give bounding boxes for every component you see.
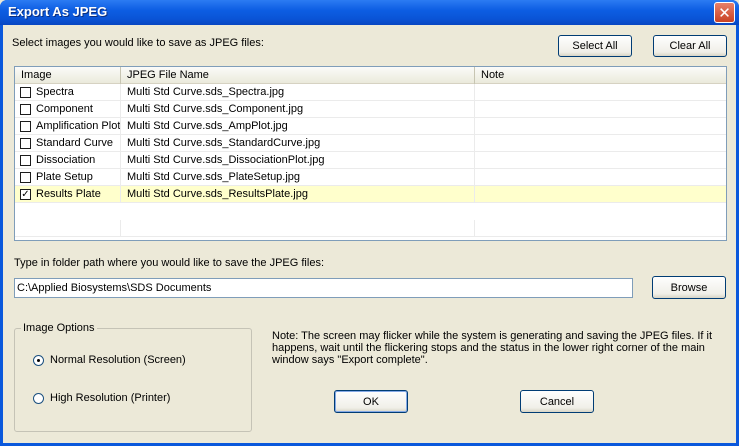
high-resolution-option[interactable]: High Resolution (Printer)	[33, 391, 233, 407]
image-cell: ✓ Results Plate	[15, 186, 121, 203]
image-options-title: Image Options	[21, 322, 97, 334]
high-resolution-radio[interactable]	[33, 393, 44, 404]
note-cell[interactable]	[475, 101, 726, 118]
dialog-body: Select images you would like to save as …	[3, 25, 736, 443]
file-name-cell: Multi Std Curve.sds_DissociationPlot.jpg	[121, 152, 475, 169]
image-cell: Dissociation	[15, 152, 121, 169]
file-name-cell: Multi Std Curve.sds_ResultsPlate.jpg	[121, 186, 475, 203]
note-cell[interactable]	[475, 84, 726, 101]
note-cell[interactable]	[475, 135, 726, 152]
images-list[interactable]: Image JPEG File Name Note Spectra Multi S…	[14, 66, 727, 241]
column-header-image[interactable]: Image	[15, 67, 121, 84]
image-name: Plate Setup	[36, 171, 93, 183]
title-bar[interactable]: Export As JPEG ✕	[0, 0, 739, 25]
instructions-label: Select images you would like to save as …	[12, 37, 264, 49]
table-row[interactable]: Plate Setup Multi Std Curve.sds_PlateSetu…	[15, 169, 726, 186]
browse-button[interactable]: Browse	[652, 276, 726, 299]
note-cell[interactable]	[475, 186, 726, 203]
note-cell[interactable]	[475, 169, 726, 186]
empty-row	[15, 220, 726, 237]
export-jpeg-dialog: Export As JPEG ✕ Select images you would…	[0, 0, 739, 446]
empty-cell	[121, 220, 475, 237]
image-cell: Spectra	[15, 84, 121, 101]
row-checkbox[interactable]	[20, 87, 31, 98]
image-cell: Component	[15, 101, 121, 118]
table-row[interactable]: Dissociation Multi Std Curve.sds_Dissocia…	[15, 152, 726, 169]
row-checkbox[interactable]	[20, 104, 31, 115]
row-checkbox[interactable]	[20, 155, 31, 166]
normal-resolution-radio[interactable]	[33, 355, 44, 366]
folder-path-field[interactable]: C:\Applied Biosystems\SDS Documents	[14, 278, 633, 298]
row-checkbox[interactable]	[20, 172, 31, 183]
flicker-note: Note: The screen may flicker while the s…	[272, 330, 712, 366]
image-name: Dissociation	[36, 154, 96, 166]
row-checkbox[interactable]: ✓	[20, 189, 31, 200]
image-cell: Plate Setup	[15, 169, 121, 186]
note-cell[interactable]	[475, 152, 726, 169]
table-row[interactable]: ✓ Results Plate Multi Std Curve.sds_Result…	[15, 186, 726, 203]
ok-button[interactable]: OK	[334, 390, 408, 413]
image-name: Amplification Plot	[36, 120, 121, 132]
window-title: Export As JPEG	[8, 4, 108, 19]
file-name-cell: Multi Std Curve.sds_Component.jpg	[121, 101, 475, 118]
folder-label: Type in folder path where you would like…	[14, 257, 324, 269]
column-header-note[interactable]: Note	[475, 67, 726, 84]
high-resolution-label: High Resolution (Printer)	[50, 392, 171, 404]
file-name-cell: Multi Std Curve.sds_Spectra.jpg	[121, 84, 475, 101]
cancel-button[interactable]: Cancel	[520, 390, 594, 413]
image-cell: Standard Curve	[15, 135, 121, 152]
image-name: Results Plate	[36, 188, 101, 200]
image-name: Standard Curve	[36, 137, 114, 149]
file-name-cell: Multi Std Curve.sds_AmpPlot.jpg	[121, 118, 475, 135]
clear-all-button[interactable]: Clear All	[653, 35, 727, 57]
row-checkbox[interactable]	[20, 121, 31, 132]
close-icon: ✕	[718, 4, 731, 22]
empty-cell	[15, 220, 121, 237]
file-name-cell: Multi Std Curve.sds_PlateSetup.jpg	[121, 169, 475, 186]
normal-resolution-label: Normal Resolution (Screen)	[50, 354, 186, 366]
column-header-file-name[interactable]: JPEG File Name	[121, 67, 475, 84]
table-row[interactable]: Spectra Multi Std Curve.sds_Spectra.jpg	[15, 84, 726, 101]
table-row[interactable]: Amplification Plot Multi Std Curve.sds_Am…	[15, 118, 726, 135]
row-checkbox[interactable]	[20, 138, 31, 149]
image-name: Spectra	[36, 86, 74, 98]
list-header: Image JPEG File Name Note	[15, 67, 726, 84]
table-row[interactable]: Standard Curve Multi Std Curve.sds_Standa…	[15, 135, 726, 152]
normal-resolution-option[interactable]: Normal Resolution (Screen)	[33, 353, 233, 369]
note-cell[interactable]	[475, 118, 726, 135]
close-button[interactable]: ✕	[714, 2, 735, 23]
image-cell: Amplification Plot	[15, 118, 121, 135]
select-all-button[interactable]: Select All	[558, 35, 632, 57]
table-row[interactable]: Component Multi Std Curve.sds_Component.j…	[15, 101, 726, 118]
file-name-cell: Multi Std Curve.sds_StandardCurve.jpg	[121, 135, 475, 152]
image-name: Component	[36, 103, 93, 115]
image-options-group: Image Options Normal Resolution (Screen)…	[14, 322, 252, 432]
